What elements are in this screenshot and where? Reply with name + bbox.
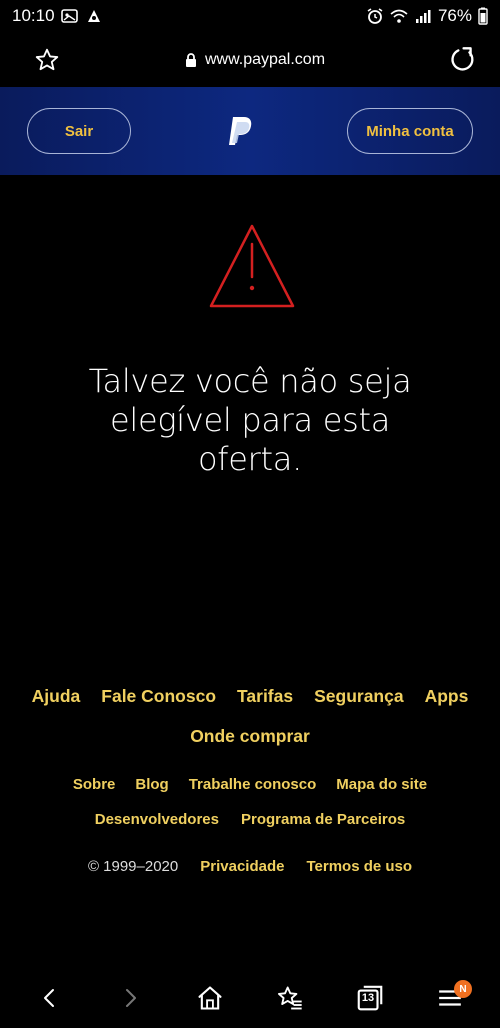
footer-primary-links: Ajuda Fale Conosco Tarifas Segurança App… — [0, 686, 500, 707]
paypal-logo-icon — [229, 117, 252, 145]
chevron-right-icon — [126, 989, 136, 1007]
tabs-button[interactable]: 13 — [350, 978, 390, 1018]
back-button[interactable] — [30, 978, 70, 1018]
home-button[interactable] — [190, 978, 230, 1018]
status-time: 10:10 — [12, 6, 55, 25]
browser-url-bar: www.paypal.com — [0, 32, 500, 87]
alarm-icon — [367, 8, 383, 24]
menu-notification-badge: N — [454, 980, 472, 998]
battery-percent: 76% — [437, 6, 472, 25]
footer-link-where-to-buy[interactable]: Onde comprar — [190, 726, 310, 747]
footer-secondary-links-1: Sobre Blog Trabalhe conosco Mapa do site — [0, 776, 500, 793]
home-icon — [198, 986, 222, 1010]
bookmark-star-button[interactable] — [32, 45, 62, 75]
footer-link-sitemap[interactable]: Mapa do site — [336, 776, 427, 793]
status-left: 10:10 — [12, 6, 103, 26]
star-icon — [35, 48, 59, 70]
bookmarks-button[interactable] — [270, 978, 310, 1018]
forward-button[interactable] — [110, 978, 150, 1018]
battery-icon — [478, 7, 488, 25]
signal-icon — [415, 10, 431, 23]
browser-bottom-nav: 13 N — [0, 968, 500, 1028]
footer-link-terms[interactable]: Termos de uso — [306, 858, 412, 875]
footer-link-blog[interactable]: Blog — [135, 776, 168, 793]
lock-icon — [185, 52, 196, 67]
my-account-button[interactable]: Minha conta — [347, 108, 473, 154]
footer-link-contact[interactable]: Fale Conosco — [101, 686, 216, 707]
footer-primary-links-2: Onde comprar — [0, 726, 500, 747]
footer-link-fees[interactable]: Tarifas — [237, 686, 293, 707]
wifi-icon — [390, 9, 408, 23]
address-field[interactable]: www.paypal.com — [185, 51, 325, 69]
footer-link-help[interactable]: Ajuda — [32, 686, 81, 707]
footer-link-about[interactable]: Sobre — [73, 776, 116, 793]
footer-link-apps[interactable]: Apps — [425, 686, 469, 707]
ineligible-message: Talvez você não seja elegível para esta … — [88, 362, 412, 478]
footer-link-privacy[interactable]: Privacidade — [200, 858, 284, 875]
bookmarks-star-list-icon — [277, 986, 302, 1010]
footer-link-developers[interactable]: Desenvolvedores — [95, 811, 219, 828]
chevron-left-icon — [44, 989, 54, 1007]
copyright-text: © 1999–2020 — [87, 858, 179, 875]
status-right: 76% — [366, 6, 488, 26]
url-text: www.paypal.com — [204, 50, 326, 68]
footer-link-careers[interactable]: Trabalhe conosco — [189, 776, 317, 793]
app-notification-icon — [87, 10, 100, 22]
footer-legal-links: © 1999–2020 Privacidade Termos de uso — [0, 858, 500, 875]
reload-icon — [451, 46, 474, 71]
logout-button[interactable]: Sair — [27, 108, 131, 154]
footer-secondary-links-2: Desenvolvedores Programa de Parceiros — [0, 811, 500, 828]
status-bar: 10:10 76% — [0, 0, 500, 32]
footer-link-partners[interactable]: Programa de Parceiros — [241, 811, 405, 828]
warning-triangle-icon — [209, 224, 295, 308]
gallery-notification-icon — [60, 9, 78, 23]
footer-link-security[interactable]: Segurança — [314, 686, 403, 707]
menu-button[interactable]: N — [430, 978, 472, 1018]
paypal-header: Sair Minha conta — [0, 87, 500, 175]
tab-count: 13 — [361, 992, 375, 1004]
reload-button[interactable] — [448, 45, 478, 75]
